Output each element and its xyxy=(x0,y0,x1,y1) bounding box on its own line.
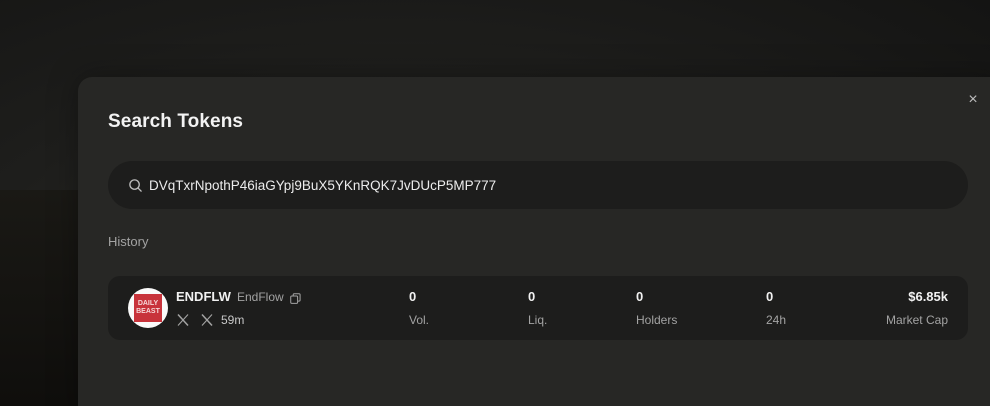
history-token-row[interactable]: DAILYBEAST ENDFLW EndFlow 59m 0 Vol. 0 xyxy=(108,276,968,340)
token-avatar: DAILY BEAST xyxy=(128,288,168,328)
search-input[interactable] xyxy=(149,170,909,200)
market-cap-label: Market Cap xyxy=(885,313,948,327)
volume-label: Vol. xyxy=(409,313,430,327)
page-backdrop xyxy=(0,190,90,406)
close-button[interactable]: × xyxy=(964,91,982,109)
liquidity-value: 0 xyxy=(528,289,536,304)
token-name: EndFlow xyxy=(237,290,284,304)
holders-label: Holders xyxy=(636,313,678,327)
holders-value: 0 xyxy=(636,289,644,304)
search-icon xyxy=(128,178,143,193)
change-24h-label: 24h xyxy=(766,313,787,327)
history-heading: History xyxy=(108,234,149,249)
search-field[interactable] xyxy=(108,161,968,209)
change-24h-value: 0 xyxy=(766,289,774,304)
liquidity-label: Liq. xyxy=(528,313,548,327)
copy-icon[interactable] xyxy=(290,291,301,304)
x-twitter-icon[interactable] xyxy=(176,313,190,327)
daily-beast-logo: DAILY BEAST xyxy=(134,294,162,322)
modal-title: Search Tokens xyxy=(108,111,244,132)
x-search-icon[interactable] xyxy=(200,313,214,327)
token-symbol: ENDFLW xyxy=(176,289,231,304)
token-age: 59m xyxy=(221,313,245,327)
market-cap-value: $6.85k xyxy=(908,289,948,304)
volume-value: 0 xyxy=(409,289,417,304)
search-tokens-modal: × Search Tokens History DAILYBEAST ENDFL… xyxy=(78,77,990,406)
